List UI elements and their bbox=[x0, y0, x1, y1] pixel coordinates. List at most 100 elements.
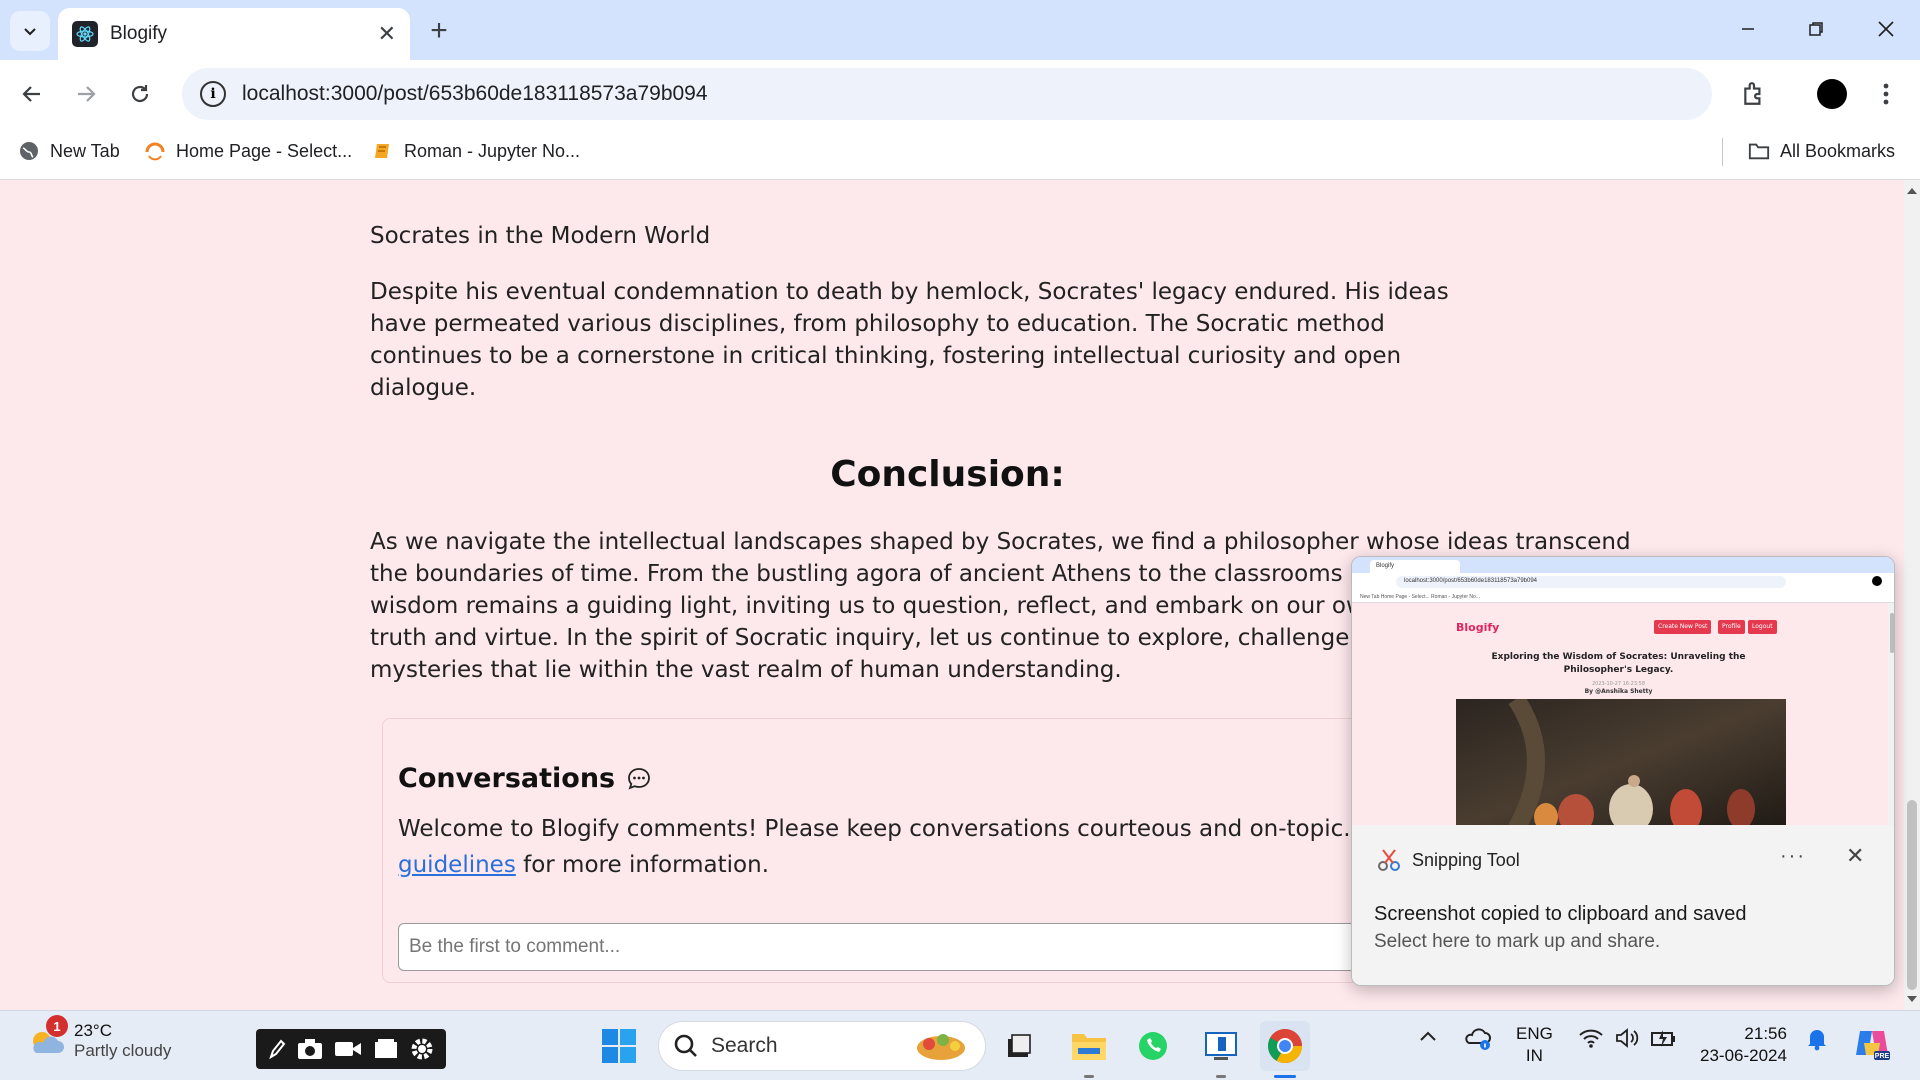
copilot-button[interactable]: PRE bbox=[1852, 1023, 1892, 1063]
chrome-active-indicator bbox=[1274, 1075, 1296, 1078]
input-language-indicator[interactable]: ENG IN bbox=[1516, 1023, 1553, 1067]
toast-body[interactable]: Snipping Tool ··· ✕ Screenshot copied to… bbox=[1352, 825, 1894, 985]
bookmarks-bar: New Tab Home Page - Select... Roman - Ju… bbox=[0, 128, 1920, 180]
copilot-icon: PRE bbox=[1856, 1031, 1890, 1060]
volume-button[interactable] bbox=[1614, 1027, 1640, 1049]
conclusion-heading: Conclusion: bbox=[830, 454, 1065, 495]
toast-close-icon[interactable]: ✕ bbox=[1846, 843, 1864, 869]
scroll-down-icon[interactable] bbox=[1907, 996, 1917, 1002]
thumb-tabbar: Blogify bbox=[1352, 557, 1894, 573]
show-hidden-icons-button[interactable] bbox=[1418, 1027, 1438, 1047]
taskbar-search[interactable]: Search bbox=[658, 1021, 986, 1071]
video-camera-icon[interactable] bbox=[333, 1038, 363, 1060]
toast-more-options-icon[interactable]: ··· bbox=[1780, 845, 1806, 868]
address-bar[interactable]: i localhost:3000/post/653b60de183118573a… bbox=[182, 68, 1712, 120]
tab-search-button[interactable] bbox=[10, 11, 50, 51]
chrome-icon bbox=[1268, 1029, 1302, 1063]
gear-icon[interactable] bbox=[409, 1036, 435, 1062]
restore-icon bbox=[1809, 22, 1823, 36]
close-window-button[interactable] bbox=[1856, 8, 1916, 50]
forward-arrow-icon bbox=[78, 86, 96, 102]
thumb-post-title: Exploring the Wisdom of Socrates: Unrave… bbox=[1491, 652, 1746, 675]
profile-avatar[interactable] bbox=[1812, 74, 1852, 114]
welcome-text-before: Welcome to Blogify comments! Please keep… bbox=[398, 816, 1437, 842]
snipping-tool-notification[interactable]: Blogify localhost:3000/post/653b60de1831… bbox=[1351, 556, 1895, 986]
bell-icon bbox=[1808, 1030, 1826, 1051]
task-view-icon bbox=[1008, 1034, 1031, 1057]
browser-tab-blogify[interactable]: Blogify ✕ bbox=[58, 8, 410, 60]
bookmark-divider bbox=[1722, 138, 1723, 166]
search-highlight-icon bbox=[917, 1034, 965, 1060]
lang-top: ENG bbox=[1516, 1024, 1553, 1043]
toast-subtext: Select here to mark up and share. bbox=[1374, 931, 1661, 952]
tab-title: Blogify bbox=[110, 23, 168, 44]
thumb-post-author: By @Anshika Shetty bbox=[1584, 688, 1653, 695]
chevron-up-icon bbox=[1420, 1031, 1436, 1041]
chat-bubble-icon bbox=[628, 767, 651, 790]
thumb-create-post-button: Create New Post bbox=[1654, 620, 1712, 634]
back-button[interactable] bbox=[12, 74, 52, 114]
minimize-button[interactable] bbox=[1718, 8, 1778, 50]
whatsapp-button[interactable] bbox=[1128, 1021, 1178, 1071]
window-capture-icon[interactable] bbox=[372, 1037, 400, 1061]
screenshot-thumbnail[interactable]: Blogify localhost:3000/post/653b60de1831… bbox=[1352, 557, 1894, 825]
scrollbar-thumb[interactable] bbox=[1907, 800, 1917, 990]
minimize-icon bbox=[1742, 28, 1754, 30]
file-explorer-button[interactable] bbox=[1064, 1021, 1114, 1071]
wifi-icon bbox=[1579, 1029, 1603, 1048]
bookmark-label: Home Page - Select... bbox=[176, 140, 353, 161]
chevron-down-icon bbox=[24, 28, 36, 36]
chrome-menu-button[interactable] bbox=[1866, 74, 1906, 114]
extensions-button[interactable] bbox=[1734, 74, 1774, 114]
url-text: localhost:3000/post/653b60de183118573a79… bbox=[242, 82, 708, 105]
all-bookmarks-button[interactable]: All Bookmarks bbox=[1748, 140, 1895, 162]
windows-taskbar: 1 23°C Partly cloudy Search ENG IN 21:56… bbox=[0, 1010, 1920, 1080]
folder-icon bbox=[1748, 140, 1770, 162]
clock-time: 21:56 bbox=[1744, 1024, 1787, 1043]
onedrive-tray-button[interactable] bbox=[1464, 1027, 1492, 1051]
bookmark-jupyter[interactable]: Roman - Jupyter No... bbox=[372, 140, 580, 162]
cloud-info-icon bbox=[1465, 1028, 1491, 1050]
weather-notification-badge: 1 bbox=[46, 1015, 68, 1037]
close-tab-icon[interactable]: ✕ bbox=[378, 22, 396, 47]
bookmark-home-page[interactable]: Home Page - Select... bbox=[144, 140, 352, 162]
thumb-toolbar: localhost:3000/post/653b60de183118573a79… bbox=[1352, 573, 1894, 591]
forward-button[interactable] bbox=[66, 74, 106, 114]
toast-app-name: Snipping Tool bbox=[1412, 849, 1520, 870]
notifications-button[interactable] bbox=[1806, 1027, 1828, 1051]
notebook-icon bbox=[372, 140, 394, 162]
svg-text:PRE: PRE bbox=[1875, 1053, 1890, 1060]
camera-icon[interactable] bbox=[296, 1037, 324, 1061]
weather-temperature: 23°C bbox=[74, 1021, 112, 1040]
close-icon bbox=[1878, 21, 1894, 37]
scroll-up-icon[interactable] bbox=[1907, 188, 1917, 194]
battery-button[interactable] bbox=[1650, 1027, 1678, 1049]
search-placeholder: Search bbox=[711, 1034, 778, 1057]
capture-toolbar bbox=[256, 1029, 446, 1069]
all-bookmarks-label: All Bookmarks bbox=[1780, 140, 1896, 161]
start-button[interactable] bbox=[594, 1021, 644, 1071]
restore-button[interactable] bbox=[1786, 8, 1846, 50]
cut-off-heading: ▬▬▬▬▬▬▬▬▬▬▬▬▬▬ bbox=[370, 180, 860, 185]
page-scrollbar[interactable] bbox=[1904, 180, 1920, 1010]
battery-charging-icon bbox=[1651, 1030, 1675, 1047]
reload-button[interactable] bbox=[120, 74, 160, 114]
partly-cloudy-icon: 1 bbox=[26, 1015, 68, 1063]
thumb-tab: Blogify bbox=[1370, 560, 1460, 573]
task-view-button[interactable] bbox=[994, 1021, 1044, 1071]
new-tab-button[interactable]: + bbox=[420, 12, 458, 50]
remote-desktop-button[interactable] bbox=[1196, 1021, 1246, 1071]
browser-tab-bar: Blogify ✕ + bbox=[0, 0, 1920, 60]
chrome-button[interactable] bbox=[1260, 1021, 1310, 1071]
welcome-text-after: for more information. bbox=[515, 852, 770, 878]
weather-widget[interactable]: 1 23°C Partly cloudy bbox=[26, 1015, 171, 1063]
clock[interactable]: 21:56 23-06-2024 bbox=[1700, 1023, 1787, 1067]
wifi-button[interactable] bbox=[1578, 1027, 1604, 1049]
site-info-icon[interactable]: i bbox=[200, 81, 226, 107]
bookmark-new-tab[interactable]: New Tab bbox=[18, 140, 120, 162]
puzzle-icon bbox=[1744, 82, 1761, 105]
pen-icon[interactable] bbox=[267, 1037, 287, 1061]
thumb-post-date: 2023-10-27 16:23:58 bbox=[1591, 681, 1646, 687]
guidelines-link[interactable]: guidelines bbox=[398, 852, 516, 878]
comments-title-text: Conversations bbox=[398, 763, 616, 794]
